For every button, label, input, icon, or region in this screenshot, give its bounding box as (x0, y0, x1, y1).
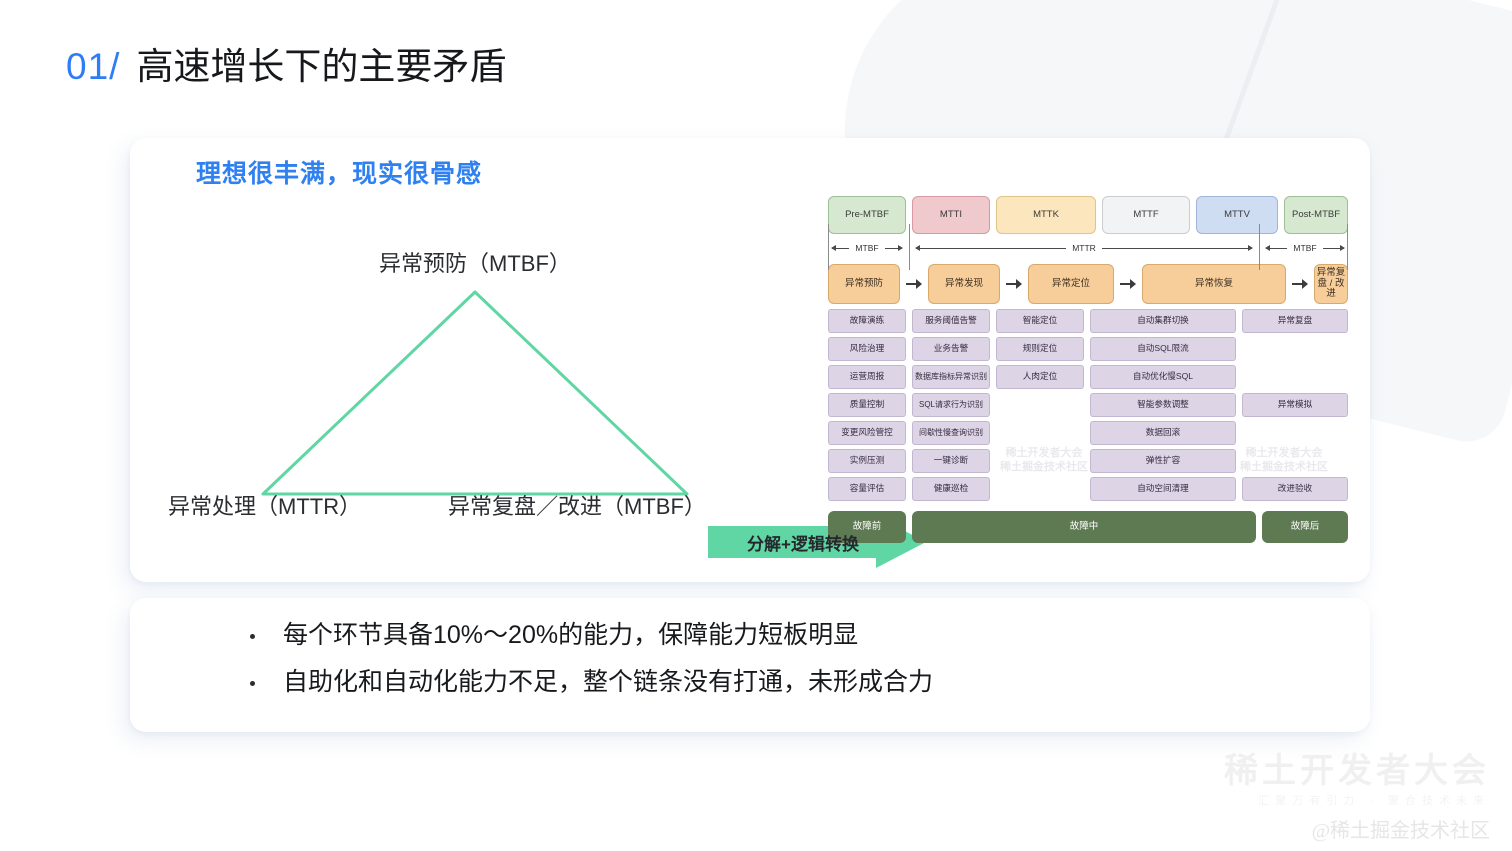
stage-arrow-icon (1006, 278, 1022, 290)
diagram-card: 理想很丰满，现实很骨感 异常预防（MTBF） 异常处理（MTTR） 异常复盘／改… (130, 138, 1370, 582)
capability-spacer (1242, 365, 1348, 389)
capability-item[interactable]: 人肉定位 (996, 365, 1084, 389)
capability-item[interactable]: 间歇性慢查询识别 (912, 421, 990, 445)
stage-arrow-icon (906, 278, 922, 290)
capability-item[interactable]: SQL请求行为识别 (912, 393, 990, 417)
capability-item[interactable]: 自动集群切换 (1090, 309, 1236, 333)
list-item: 每个环节具备10%～20%的能力，保障能力短板明显 (250, 620, 933, 651)
phase-box-mtti[interactable]: MTTI (912, 196, 990, 234)
capability-column-recover: 自动集群切换 自动SQL限流 自动优化慢SQL 智能参数调整 数据回滚 弹性扩容… (1090, 309, 1236, 505)
capability-item[interactable]: 规则定位 (996, 337, 1084, 361)
stage-box-recover[interactable]: 异常恢复 (1142, 264, 1286, 304)
capability-item[interactable]: 运营周报 (828, 365, 906, 389)
transform-arrow: 分解+逻辑转换 (708, 516, 926, 568)
phase-box-mttf[interactable]: MTTF (1102, 196, 1190, 234)
phase-box-pre-mtbf[interactable]: Pre-MTBF (828, 196, 906, 234)
triangle-top-label: 异常预防（MTBF） (379, 251, 571, 276)
capability-column-review: 异常复盘 异常模拟 改进验收 (1242, 309, 1348, 505)
metric-arrow-right-icon (1340, 245, 1345, 251)
capability-item[interactable]: 业务告警 (912, 337, 990, 361)
list-item: 自助化和自动化能力不足，整个链条没有打通，未形成合力 (250, 667, 933, 698)
metric-label-mtbf-post: MTBF (1287, 243, 1323, 253)
capability-item[interactable]: 风险治理 (828, 337, 906, 361)
capability-item[interactable]: 故障演练 (828, 309, 906, 333)
capability-item[interactable]: 自动SQL限流 (1090, 337, 1236, 361)
capability-item[interactable]: 实例压测 (828, 449, 906, 473)
flow-phase-bar-row: 故障前 故障中 故障后 (828, 511, 1348, 543)
capability-item[interactable]: 容量评估 (828, 477, 906, 501)
phase-box-post-mtbf[interactable]: Post-MTBF (1284, 196, 1348, 234)
bullet-text: 自助化和自动化能力不足，整个链条没有打通，未形成合力 (283, 668, 934, 697)
capability-item[interactable]: 弹性扩容 (1090, 449, 1236, 473)
capability-item[interactable]: 异常复盘 (1242, 309, 1348, 333)
flow-diagram: Pre-MTBF MTTI MTTK MTTF MTTV Post-MTBF M… (828, 196, 1348, 558)
flow-metric-row: MTBF MTTR MTBF (828, 224, 1348, 270)
phase-box-mttk[interactable]: MTTK (996, 196, 1096, 234)
metric-tick (1259, 224, 1260, 270)
capability-column-detect: 服务阈值告警 业务告警 数据库指标异常识别 SQL请求行为识别 间歇性慢查询识别… (912, 309, 990, 505)
triangle-left-label: 异常处理（MTTR） (168, 494, 362, 519)
capability-item[interactable]: 一键诊断 (912, 449, 990, 473)
capability-item[interactable]: 健康巡检 (912, 477, 990, 501)
metric-label-mttr: MTTR (1066, 243, 1102, 253)
capability-item[interactable]: 自动优化慢SQL (1090, 365, 1236, 389)
metric-span-mtbf-pre: MTBF (828, 224, 906, 270)
phase-bar-during[interactable]: 故障中 (912, 511, 1256, 543)
metric-arrow-right-icon (1248, 245, 1253, 251)
flow-capability-columns: 故障演练 风险治理 运营周报 质量控制 变更风险管控 实例压测 容量评估 服务阈… (828, 309, 1348, 505)
bullet-dot-icon (250, 634, 255, 639)
metric-arrow-left-icon (1265, 245, 1270, 251)
flow-phase-header-row: Pre-MTBF MTTI MTTK MTTF MTTV Post-MTBF (828, 196, 1348, 234)
capability-item[interactable]: 变更风险管控 (828, 421, 906, 445)
metric-span-mtbf-post: MTBF (1259, 224, 1348, 270)
transform-arrow-label: 分解+逻辑转换 (747, 534, 859, 554)
slide-number: 01/ (66, 46, 121, 87)
metric-label-mtbf-pre: MTBF (849, 243, 885, 253)
metric-arrow-right-icon (898, 245, 903, 251)
phase-bar-after[interactable]: 故障后 (1262, 511, 1348, 543)
metric-tick (828, 224, 829, 270)
triangle-right-label: 异常复盘／改进（MTBF） (448, 494, 706, 519)
capability-spacer (1242, 421, 1348, 445)
watermark-tagline: 汇聚万有引力 · 聚合技术未来 (1258, 795, 1490, 807)
panel-subtitle: 理想很丰满，现实很骨感 (196, 160, 483, 188)
watermark-handle: @稀土掘金技术社区 (1311, 820, 1490, 842)
capability-column-locate: 智能定位 规则定位 人肉定位 (996, 309, 1084, 505)
metric-arrow-left-icon (915, 245, 920, 251)
bullets-card: 每个环节具备10%～20%的能力，保障能力短板明显 自助化和自动化能力不足，整个… (130, 598, 1370, 732)
triangle-block: 异常预防（MTBF） 异常处理（MTTR） 异常复盘／改进（MTBF） (160, 246, 790, 546)
capability-item[interactable]: 智能定位 (996, 309, 1084, 333)
capability-item[interactable]: 数据库指标异常识别 (912, 365, 990, 389)
page-watermark: 稀土开发者大会 汇聚万有引力 · 聚合技术未来 @稀土掘金技术社区 (1224, 751, 1490, 843)
metric-span-mttr: MTTR (909, 224, 1256, 270)
slide-title-text: 高速增长下的主要矛盾 (136, 46, 507, 87)
flow-stage-row: 异常预防 异常发现 异常定位 异常恢复 异常复盘 / 改进 (828, 264, 1348, 304)
metric-tick (909, 224, 910, 270)
capability-spacer (1242, 449, 1348, 473)
capability-item[interactable]: 质量控制 (828, 393, 906, 417)
capability-item[interactable]: 异常模拟 (1242, 393, 1348, 417)
watermark-title: 稀土开发者大会 (1224, 751, 1490, 790)
page-title: 01/高速增长下的主要矛盾 (66, 45, 506, 89)
bullet-dot-icon (250, 681, 255, 687)
stage-arrow-icon (1292, 278, 1308, 290)
bullet-list: 每个环节具备10%～20%的能力，保障能力短板明显 自助化和自动化能力不足，整个… (250, 620, 933, 715)
stage-box-prevent[interactable]: 异常预防 (828, 264, 900, 304)
capability-spacer (1242, 337, 1348, 361)
stage-arrow-icon (1120, 278, 1136, 290)
phase-box-mttv[interactable]: MTTV (1196, 196, 1278, 234)
capability-item[interactable]: 智能参数调整 (1090, 393, 1236, 417)
capability-item[interactable]: 服务阈值告警 (912, 309, 990, 333)
metric-tick (1347, 224, 1348, 270)
capability-item[interactable]: 改进验收 (1242, 477, 1348, 501)
metric-arrow-left-icon (831, 245, 836, 251)
capability-column-prevent: 故障演练 风险治理 运营周报 质量控制 变更风险管控 实例压测 容量评估 (828, 309, 906, 505)
stage-box-detect[interactable]: 异常发现 (928, 264, 1000, 304)
triangle-shape (261, 290, 689, 496)
capability-item[interactable]: 数据回滚 (1090, 421, 1236, 445)
stage-box-review[interactable]: 异常复盘 / 改进 (1314, 264, 1348, 304)
bullet-text: 每个环节具备10%～20%的能力，保障能力短板明显 (283, 621, 859, 649)
capability-item[interactable]: 自动空间清理 (1090, 477, 1236, 501)
stage-box-locate[interactable]: 异常定位 (1028, 264, 1114, 304)
